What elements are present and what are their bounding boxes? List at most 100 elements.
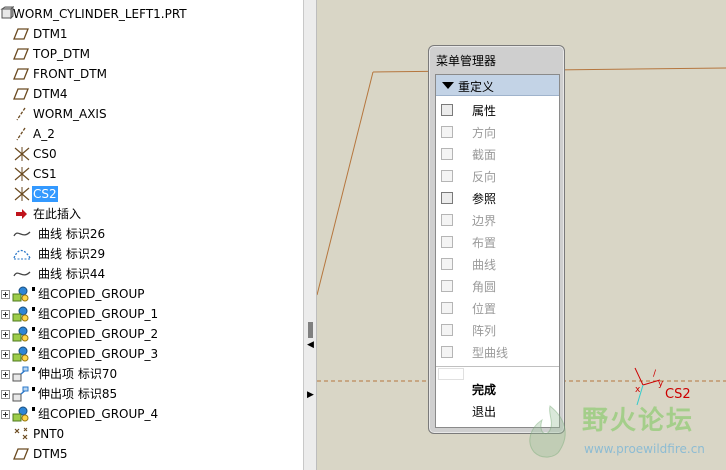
tree-item[interactable]: 曲线 标识29 xyxy=(0,244,303,264)
tree-splitter[interactable]: ◀ ▶ xyxy=(303,0,317,470)
option-label: 反向 xyxy=(472,170,497,184)
menu-option: 布置 xyxy=(436,231,559,253)
protrusion-icon xyxy=(12,366,30,382)
menu-option: 型曲线 xyxy=(436,341,559,363)
menu-option: 方向 xyxy=(436,121,559,143)
tree-item[interactable]: DTM5 xyxy=(0,444,303,464)
quit-button[interactable]: 退出 xyxy=(472,403,496,420)
tree-item-label: WORM_AXIS xyxy=(33,107,107,121)
datum-plane-icon xyxy=(13,446,31,462)
redefine-section-header[interactable]: 重定义 xyxy=(436,75,559,96)
tree-item[interactable]: 组COPIED_GROUP_2 xyxy=(0,324,303,344)
status-marker xyxy=(32,407,35,411)
tree-item[interactable]: 伸出项 标识70 xyxy=(0,364,303,384)
tree-item[interactable]: 曲线 标识44 xyxy=(0,264,303,284)
option-checkbox xyxy=(441,302,453,314)
expand-node-icon[interactable] xyxy=(1,390,10,399)
tree-item[interactable]: WORM_AXIS xyxy=(0,104,303,124)
tree-item[interactable]: CS0 xyxy=(0,144,303,164)
status-marker xyxy=(32,327,35,331)
datum-point-icon xyxy=(13,426,31,442)
tree-item[interactable]: 组COPIED_GROUP xyxy=(0,284,303,304)
menu-manager-title: 菜单管理器 xyxy=(436,54,497,68)
option-checkbox[interactable] xyxy=(441,104,453,116)
tree-item[interactable]: CS2 xyxy=(0,184,303,204)
expand-node-icon[interactable] xyxy=(1,330,10,339)
section-label: 重定义 xyxy=(458,80,495,94)
option-checkbox xyxy=(441,324,453,336)
option-label: 型曲线 xyxy=(472,346,509,360)
done-button[interactable]: 完成 xyxy=(472,381,496,398)
tree-item[interactable]: DTM4 xyxy=(0,84,303,104)
tree-item[interactable]: 组COPIED_GROUP_4 xyxy=(0,404,303,424)
datum-axis-icon xyxy=(13,106,31,122)
menu-option[interactable]: 参照 xyxy=(436,187,559,209)
datum-plane-icon xyxy=(13,26,31,42)
group-icon xyxy=(12,406,30,422)
tree-item-label: FRONT_DTM xyxy=(33,67,107,81)
tree-item[interactable]: TOP_DTM xyxy=(0,44,303,64)
menu-option[interactable]: 属性 xyxy=(436,99,559,121)
tree-item-label: 伸出项 标识85 xyxy=(38,387,118,401)
option-label: 方向 xyxy=(472,126,497,140)
expand-node-icon[interactable] xyxy=(1,410,10,419)
watermark: 野火论坛 www.proewildfire.cn xyxy=(520,398,726,470)
tree-item-label: 曲线 标识29 xyxy=(38,247,106,261)
option-label: 截面 xyxy=(472,148,497,162)
option-label: 属性 xyxy=(472,104,497,118)
expand-right-icon[interactable]: ▶ xyxy=(307,390,314,400)
tree-root[interactable]: WORM_CYLINDER_LEFT1.PRT xyxy=(0,4,303,24)
tree-item[interactable]: FRONT_DTM xyxy=(0,64,303,84)
option-checkbox[interactable] xyxy=(441,192,453,204)
tree-item-label: A_2 xyxy=(33,127,55,141)
tree-item-label: CS0 xyxy=(33,147,57,161)
menu-manager: 菜单管理器 重定义 属性方向截面反向参照边界布置曲线角圆位置阵列型曲线 完成 退… xyxy=(428,45,565,434)
coordinate-system-icon xyxy=(13,186,31,202)
tree-item-label: 曲线 标识44 xyxy=(38,267,106,281)
menu-option: 截面 xyxy=(436,143,559,165)
group-icon xyxy=(12,306,30,322)
option-label: 位置 xyxy=(472,302,497,316)
option-label: 角圆 xyxy=(472,280,497,294)
model-tree: WORM_CYLINDER_LEFT1.PRT DTM1 TOP_DTM FRONT… xyxy=(0,0,303,470)
tree-item-label: 曲线 标识26 xyxy=(38,227,106,241)
group-icon xyxy=(12,346,30,362)
tree-item[interactable]: 伸出项 标识85 xyxy=(0,384,303,404)
watermark-text: 野火论坛 xyxy=(582,406,695,436)
expand-node-icon[interactable] xyxy=(1,370,10,379)
option-checkbox xyxy=(441,170,453,182)
tree-item[interactable]: 曲线 标识26 xyxy=(0,224,303,244)
expand-node-icon[interactable] xyxy=(1,310,10,319)
collapse-left-icon[interactable]: ◀ xyxy=(307,340,314,350)
option-checkbox xyxy=(441,214,453,226)
watermark-url: www.proewildfire.cn xyxy=(584,442,705,456)
tree-item[interactable]: 在此插入 xyxy=(0,204,303,224)
coordinate-system-icon xyxy=(13,146,31,162)
option-label: 边界 xyxy=(472,214,497,228)
tree-item[interactable]: DTM1 xyxy=(0,24,303,44)
collapse-triangle-icon[interactable] xyxy=(442,82,454,89)
option-label: 曲线 xyxy=(472,258,497,272)
menu-option: 位置 xyxy=(436,297,559,319)
expand-node-icon[interactable] xyxy=(1,350,10,359)
datum-plane-icon xyxy=(13,46,31,62)
tree-item[interactable]: PNT0 xyxy=(0,424,303,444)
insert-here-arrow-icon xyxy=(13,206,31,222)
menu-option: 边界 xyxy=(436,209,559,231)
option-label: 阵列 xyxy=(472,324,497,338)
status-marker xyxy=(32,307,35,311)
expand-node-icon[interactable] xyxy=(1,290,10,299)
menu-option: 曲线 xyxy=(436,253,559,275)
datum-plane-icon xyxy=(13,86,31,102)
tree-item[interactable]: CS1 xyxy=(0,164,303,184)
tree-item[interactable]: 组COPIED_GROUP_3 xyxy=(0,344,303,364)
tree-item[interactable]: 组COPIED_GROUP_1 xyxy=(0,304,303,324)
splitter-handle[interactable] xyxy=(308,322,313,338)
tree-item[interactable]: A_2 xyxy=(0,124,303,144)
curve-dashed-icon xyxy=(13,246,31,262)
status-marker xyxy=(32,287,35,291)
tree-item-label: TOP_DTM xyxy=(33,47,90,61)
option-checkbox xyxy=(441,236,453,248)
option-checkbox xyxy=(441,148,453,160)
tree-item-label: 组COPIED_GROUP_1 xyxy=(38,307,159,321)
